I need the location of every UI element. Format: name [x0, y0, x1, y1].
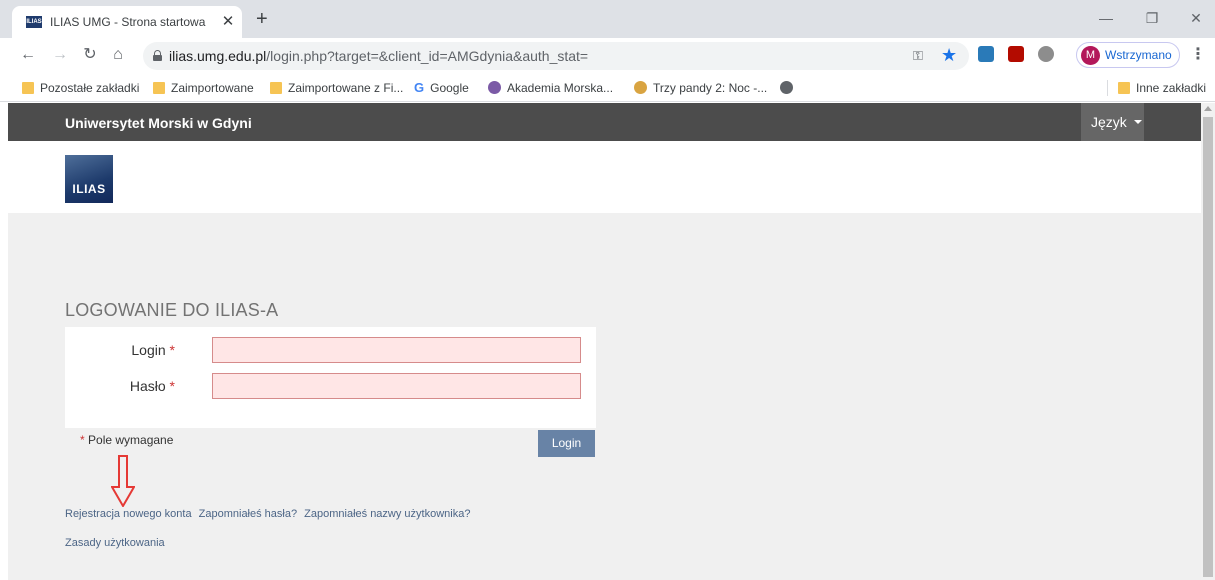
url-host: ilias.umg.edu.pl	[169, 48, 267, 64]
globe-icon	[780, 81, 793, 94]
pdf-extension-icon[interactable]	[1008, 46, 1024, 62]
login-title: LOGOWANIE DO ILIAS-A	[65, 300, 279, 320]
screenshot-extension-icon[interactable]	[978, 46, 994, 62]
bookmark-other-folder[interactable]: Pozostałe zakładki	[22, 80, 139, 96]
login-button[interactable]: Login	[538, 430, 595, 457]
minimize-icon[interactable]: —	[1096, 10, 1116, 26]
url-text[interactable]: ilias.umg.edu.pl/login.php?target=&clien…	[169, 48, 588, 64]
close-window-icon[interactable]: ✕	[1186, 10, 1206, 26]
folder-icon	[22, 82, 34, 94]
browser-tab-active[interactable]: ILIAS ILIAS UMG - Strona startowa ✕	[12, 6, 242, 38]
lock-icon[interactable]	[153, 50, 162, 61]
required-asterisk: *	[169, 378, 175, 394]
tab-close-icon[interactable]: ✕	[220, 13, 236, 31]
register-link[interactable]: Rejestracja nowego konta	[65, 508, 192, 520]
bookmark-star-icon[interactable]: ★	[941, 45, 957, 66]
scroll-up-icon[interactable]	[1204, 106, 1212, 111]
google-icon: G	[414, 80, 425, 95]
address-bar[interactable]: ilias.umg.edu.pl/login.php?target=&clien…	[143, 42, 969, 70]
forgot-username-link[interactable]: Zapomniałeś nazwy użytkownika?	[304, 508, 470, 520]
web-page: Uniwersytet Morski w Gdyni Język ILIAS L…	[8, 103, 1201, 580]
bookmark-other-bookmarks[interactable]: Inne zakładki	[1118, 80, 1206, 96]
password-field-label: Hasło *	[65, 378, 175, 394]
required-asterisk: *	[80, 433, 85, 447]
logo-text: ILIAS	[72, 182, 106, 196]
bookmark-label: Pozostałe zakładki	[40, 81, 140, 95]
url-path: /login.php?target=&client_id=AMGdynia&au…	[266, 48, 589, 64]
bookmark-globe[interactable]	[780, 80, 799, 96]
bookmark-label: Zaimportowane	[171, 81, 254, 95]
bookmark-imported-folder[interactable]: Zaimportowane	[153, 80, 254, 96]
home-icon[interactable]: ⌂	[108, 46, 128, 64]
page-scrollbar[interactable]	[1201, 103, 1215, 580]
profile-button[interactable]: M Wstrzymano	[1076, 42, 1180, 68]
password-key-icon[interactable]: ⚿	[913, 48, 923, 64]
folder-icon	[153, 82, 165, 94]
bookmark-trzy-pandy[interactable]: Trzy pandy 2: Noc -...	[634, 80, 767, 96]
password-input[interactable]	[212, 373, 581, 399]
browser-toolbar: ← → ↻ ⌂ ilias.umg.edu.pl/login.php?targe…	[0, 38, 1215, 74]
back-arrow-icon[interactable]: ←	[18, 46, 38, 64]
bookmark-label: Zaimportowane z Fi...	[288, 81, 404, 95]
required-asterisk: *	[169, 342, 175, 358]
bookmark-label: Trzy pandy 2: Noc -...	[653, 81, 768, 95]
forward-arrow-icon[interactable]: →	[50, 46, 70, 64]
caret-down-icon	[1133, 120, 1142, 124]
login-form-panel: Login * Hasło *	[65, 327, 596, 428]
bookmark-google[interactable]: G Google	[414, 80, 469, 96]
account-links: Rejestracja nowego konta Zapomniałeś has…	[65, 508, 474, 520]
site-top-bar: Uniwersytet Morski w Gdyni Język	[8, 103, 1201, 141]
extension-gear-icon[interactable]	[1038, 46, 1054, 62]
ilias-logo[interactable]: ILIAS	[65, 155, 113, 203]
bookmark-akademia-morska[interactable]: Akademia Morska...	[488, 80, 613, 96]
site-name[interactable]: Uniwersytet Morski w Gdyni	[65, 115, 252, 131]
bookmark-label: Google	[430, 81, 469, 95]
header-band: ILIAS	[8, 141, 1201, 213]
login-field-label: Login *	[65, 342, 175, 358]
crest-icon	[488, 81, 501, 94]
language-label: Język	[1091, 114, 1127, 130]
folder-icon	[1118, 82, 1130, 94]
required-note-text: Pole wymagane	[88, 433, 174, 447]
login-input[interactable]	[212, 337, 581, 363]
annotation-down-arrow-icon	[111, 455, 135, 507]
bookmark-label: Inne zakładki	[1136, 81, 1207, 95]
reload-icon[interactable]: ↻	[80, 46, 100, 64]
language-dropdown[interactable]: Język	[1081, 103, 1144, 141]
restore-icon[interactable]: ❐	[1142, 10, 1162, 26]
bookmarks-divider	[1107, 80, 1108, 96]
ilias-favicon-icon: ILIAS	[26, 16, 42, 28]
bookmark-imported-firefox-folder[interactable]: Zaimportowane z Fi...	[270, 80, 403, 96]
browser-menu-icon[interactable]: ⋮	[1190, 46, 1206, 64]
folder-icon	[270, 82, 282, 94]
forgot-password-link[interactable]: Zapomniałeś hasła?	[199, 508, 297, 520]
terms-of-use-link[interactable]: Zasady użytkowania	[65, 537, 165, 549]
bookmarks-bar: Pozostałe zakładki Zaimportowane Zaimpor…	[0, 74, 1215, 102]
profile-status-label: Wstrzymano	[1105, 48, 1172, 62]
scroll-thumb[interactable]	[1203, 117, 1213, 577]
label-text: Hasło	[129, 378, 166, 394]
tab-title: ILIAS UMG - Strona startowa	[50, 15, 206, 29]
panda-icon	[634, 81, 647, 94]
avatar: M	[1081, 46, 1100, 65]
new-tab-plus-icon[interactable]: +	[256, 9, 268, 29]
required-fields-note: * Pole wymagane	[80, 433, 173, 447]
bookmark-label: Akademia Morska...	[507, 81, 614, 95]
tab-strip: ILIAS ILIAS UMG - Strona startowa ✕ + — …	[0, 0, 1215, 38]
label-text: Login	[131, 342, 166, 358]
